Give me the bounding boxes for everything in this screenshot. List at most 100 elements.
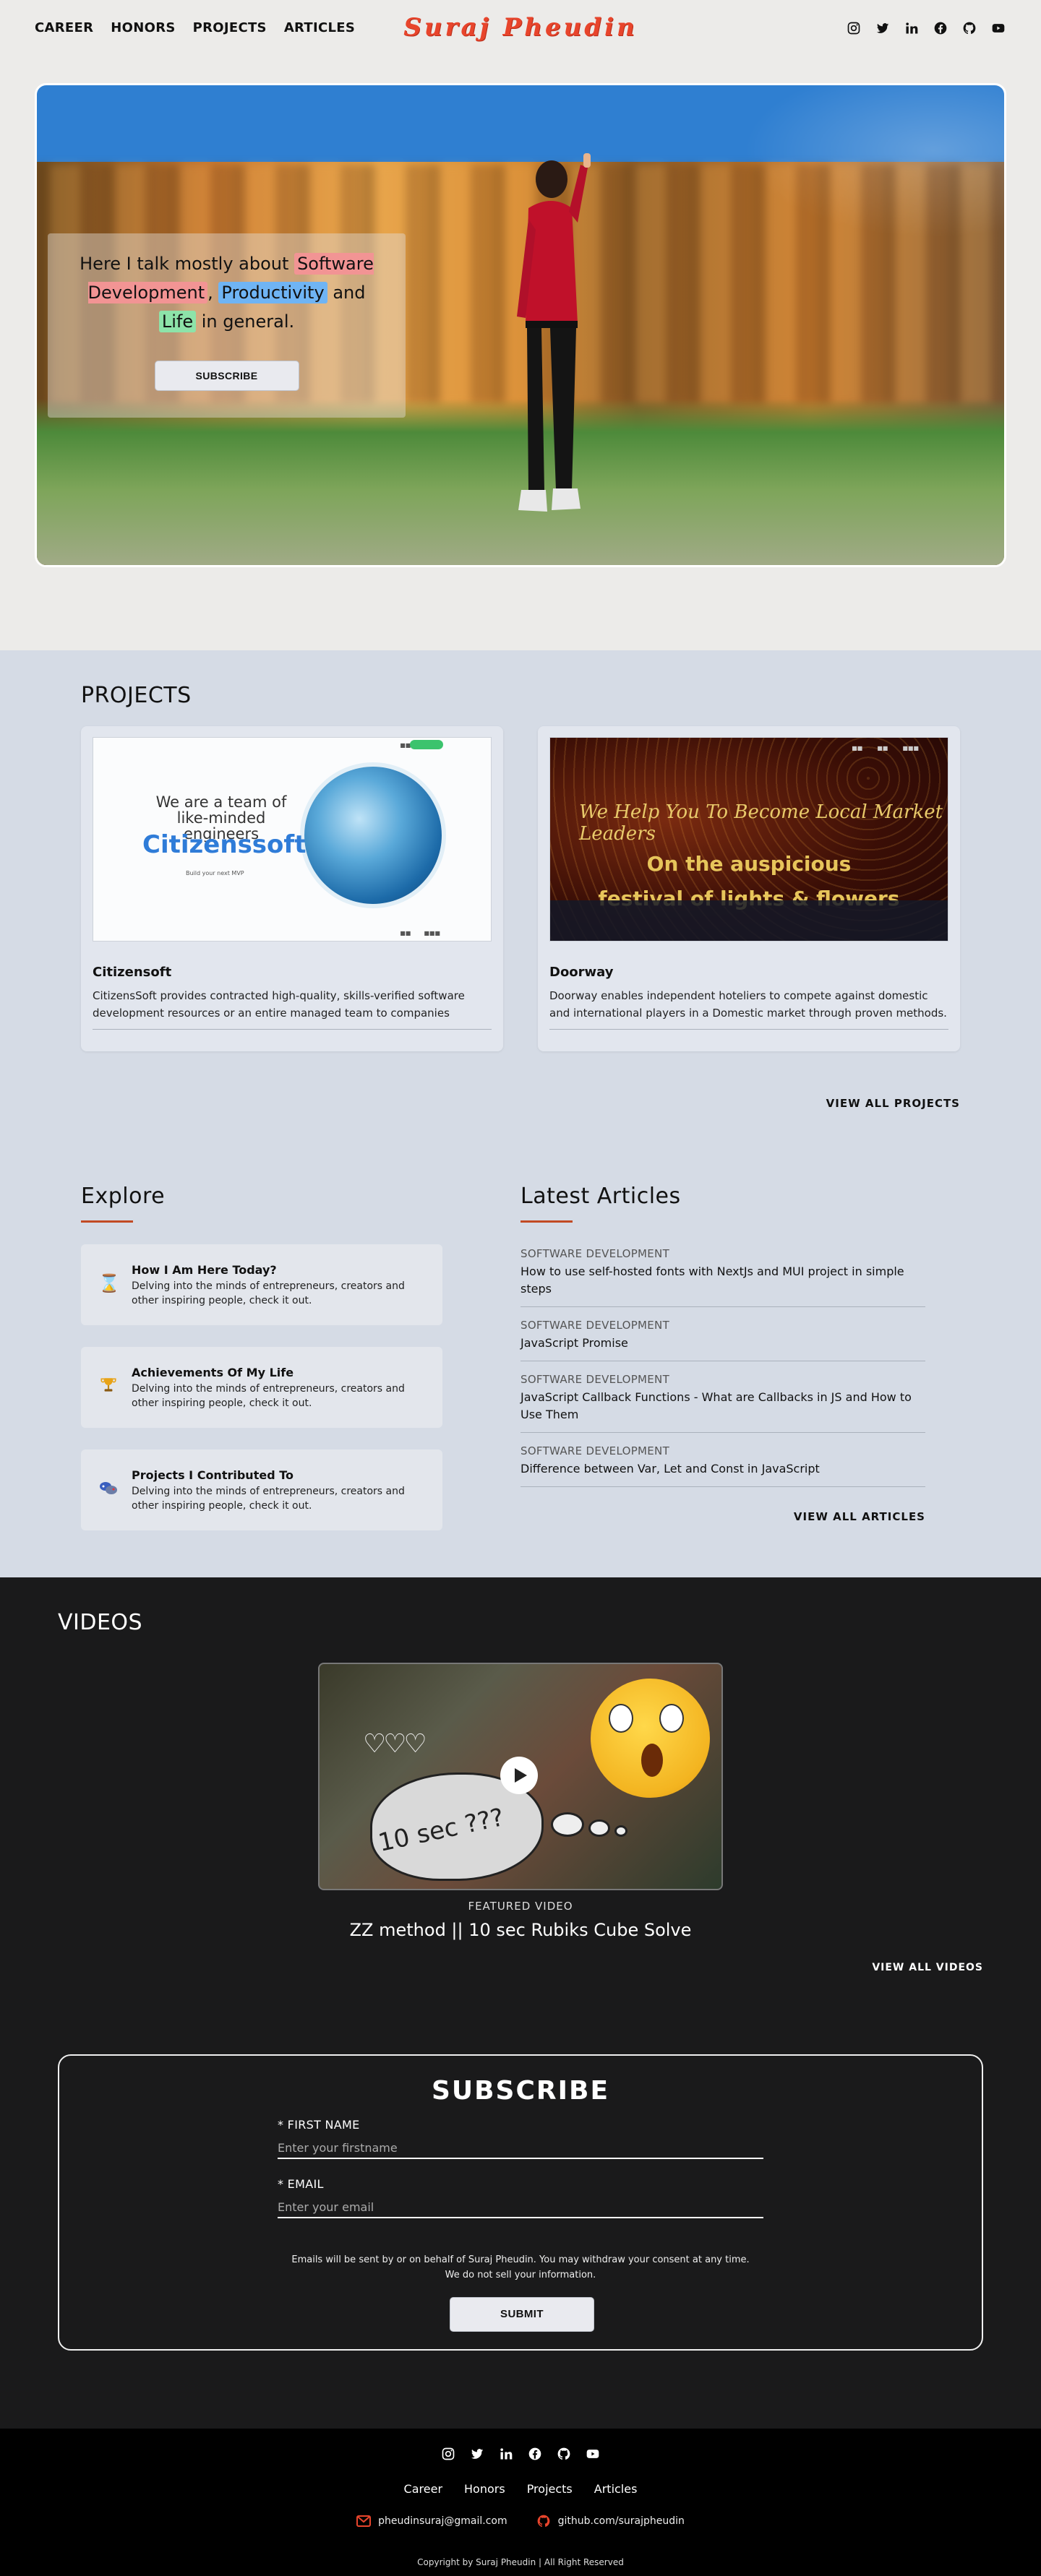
article-title[interactable]: JavaScript Promise [520, 1335, 925, 1352]
explore-card-achievements[interactable]: Achievements Of My Life Delving into the… [81, 1347, 442, 1428]
subscribe-title: SUBSCRIBE [431, 2076, 610, 2106]
hero-subscribe-button[interactable]: SUBSCRIBE [154, 361, 299, 391]
article-category: SOFTWARE DEVELOPMENT [520, 1373, 670, 1386]
article-title[interactable]: Difference between Var, Let and Const in… [520, 1460, 925, 1478]
facebook-icon[interactable] [527, 2446, 543, 2462]
doorway-preview-line-1: On the auspicious [646, 852, 852, 876]
shocked-emoji-icon [591, 1679, 710, 1798]
article-item[interactable]: SOFTWARE DEVELOPMENT How to use self-hos… [520, 1247, 925, 1307]
youtube-icon[interactable] [990, 20, 1006, 36]
view-all-projects-link[interactable]: VIEW ALL PROJECTS [826, 1097, 960, 1110]
footer-github-link[interactable]: github.com/surajpheudin [536, 2514, 685, 2528]
footer-link-career[interactable]: Career [404, 2482, 442, 2496]
article-category: SOFTWARE DEVELOPMENT [520, 1319, 670, 1332]
projects-grid: ■■■■■ We are a team of like-minded engin… [81, 726, 960, 1051]
hero-person-illustration [517, 153, 591, 512]
explore-card-description: Delving into the minds of entrepreneurs,… [132, 1280, 405, 1306]
consent-note-line-2: We do not sell your information. [445, 2270, 596, 2280]
project-card-doorway[interactable]: ■■ ■■ ■■■ We Help You To Become Local Mark… [538, 726, 960, 1051]
explore-card-projects[interactable]: Projects I Contributed To Delving into t… [81, 1449, 442, 1530]
project-image-doorway[interactable]: ■■ ■■ ■■■ We Help You To Become Local Mark… [549, 737, 948, 942]
hero-text-general: in general. [201, 311, 295, 332]
project-divider [93, 1029, 492, 1030]
article-title[interactable]: How to use self-hosted fonts with NextJs… [520, 1263, 925, 1298]
explore-column: Explore ⌛ How I Am Here Today? Delving i… [81, 1184, 442, 1530]
project-description: CitizensSoft provides contracted high-qu… [93, 989, 465, 1020]
footer-email-link[interactable]: pheudinsuraj@gmail.com [356, 2514, 507, 2528]
project-card-citizensoft[interactable]: ■■■■■ We are a team of like-minded engin… [81, 726, 503, 1051]
explore-card-description: Delving into the minds of entrepreneurs,… [132, 1383, 405, 1409]
footer-contact: pheudinsuraj@gmail.com github.com/surajp… [0, 2514, 1041, 2528]
first-name-input[interactable] [278, 2137, 763, 2159]
email-input[interactable] [278, 2197, 763, 2218]
project-title[interactable]: Doorway [549, 965, 948, 980]
github-icon[interactable] [556, 2446, 572, 2462]
highlight-life: Life [158, 311, 197, 332]
emoji-eye-left [609, 1704, 633, 1733]
github-icon[interactable] [961, 20, 977, 36]
trophy-icon [98, 1376, 119, 1396]
doorway-preview: ■■ ■■ ■■■ We Help You To Become Local Mark… [550, 738, 948, 941]
project-divider [549, 1029, 948, 1030]
first-name-label: * FIRST NAME [278, 2118, 360, 2132]
doorway-preview-heading: We Help You To Become Local Market Leade… [579, 801, 943, 845]
articles-title-underline [520, 1220, 573, 1223]
footer: Career Honors Projects Articles pheudins… [0, 2429, 1041, 2576]
instagram-icon[interactable] [440, 2446, 456, 2462]
twitter-icon[interactable] [469, 2446, 485, 2462]
emoji-eye-right [659, 1704, 684, 1733]
view-all-articles-link[interactable]: VIEW ALL ARTICLES [794, 1510, 925, 1523]
explore-card-title: Projects I Contributed To [132, 1468, 294, 1482]
explore-card-how-i-am-here[interactable]: ⌛ How I Am Here Today? Delving into the … [81, 1244, 442, 1325]
projects-title: PROJECTS [81, 683, 192, 708]
project-description: Doorway enables independent hoteliers to… [549, 989, 947, 1020]
youtube-icon[interactable] [585, 2446, 601, 2462]
footer-link-articles[interactable]: Articles [594, 2482, 638, 2496]
subscribe-section: SUBSCRIBE * FIRST NAME * EMAIL Emails wi… [0, 2054, 1041, 2429]
consent-note-line-1: Emails will be sent by or on behalf of S… [291, 2254, 750, 2265]
explore-card-title: Achievements Of My Life [132, 1366, 294, 1379]
facebook-icon[interactable] [933, 20, 948, 36]
article-category: SOFTWARE DEVELOPMENT [520, 1247, 670, 1260]
hero-text-intro: Here I talk mostly about [80, 254, 289, 274]
article-item[interactable]: SOFTWARE DEVELOPMENT Difference between … [520, 1433, 925, 1487]
play-icon[interactable] [500, 1757, 538, 1794]
emoji-mouth [641, 1744, 663, 1777]
featured-video-thumbnail[interactable]: ♡♡♡ 10 sec ??? [318, 1663, 723, 1890]
gamepad-icon [98, 1478, 119, 1499]
hero-text-and: and [333, 283, 366, 303]
article-title[interactable]: JavaScript Callback Functions - What are… [520, 1389, 925, 1423]
speech-bubbles [551, 1812, 632, 1840]
featured-video-title[interactable]: ZZ method || 10 sec Rubiks Cube Solve [0, 1920, 1041, 1940]
doorway-preview-band [550, 900, 948, 941]
instagram-icon[interactable] [846, 20, 862, 36]
videos-section: VIDEOS ♡♡♡ 10 sec ??? FEATURED VIDEO ZZ … [0, 1577, 1041, 2054]
email-field-group: * EMAIL [278, 2177, 763, 2218]
footer-nav-links: Career Honors Projects Articles [0, 2482, 1041, 2496]
view-all-videos-link[interactable]: VIEW ALL VIDEOS [872, 1962, 983, 1973]
articles-list: SOFTWARE DEVELOPMENT How to use self-hos… [520, 1247, 925, 1487]
citizensoft-preview: ■■■■■ We are a team of like-minded engin… [93, 738, 491, 941]
linkedin-icon[interactable] [498, 2446, 514, 2462]
linkedin-icon[interactable] [904, 20, 920, 36]
top-nav: CAREER HONORS PROJECTS ARTICLES Suraj Ph… [0, 0, 1041, 58]
globe-illustration [304, 767, 442, 904]
article-item[interactable]: SOFTWARE DEVELOPMENT JavaScript Promise [520, 1307, 925, 1361]
twitter-icon[interactable] [875, 20, 891, 36]
explore-title-underline [81, 1220, 133, 1223]
explore-card-description: Delving into the minds of entrepreneurs,… [132, 1486, 405, 1512]
article-item[interactable]: SOFTWARE DEVELOPMENT JavaScript Callback… [520, 1361, 925, 1433]
submit-button[interactable]: SUBMIT [450, 2297, 594, 2332]
hero-tagline: Here I talk mostly about Software Develo… [48, 249, 406, 336]
citizensoft-preview-pill [410, 740, 443, 749]
article-category: SOFTWARE DEVELOPMENT [520, 1444, 670, 1457]
footer-link-projects[interactable]: Projects [527, 2482, 573, 2496]
project-image-citizensoft[interactable]: ■■■■■ We are a team of like-minded engin… [93, 737, 492, 942]
footer-link-honors[interactable]: Honors [464, 2482, 505, 2496]
citizensoft-preview-brand: Citizenssoft [142, 830, 307, 859]
hero-section: Here I talk mostly about Software Develo… [0, 58, 1041, 650]
highlight-productivity: Productivity [218, 282, 327, 303]
projects-section: PROJECTS ■■■■■ We are a team of like-min… [0, 650, 1041, 1149]
footer-copyright: Copyright by Suraj Pheudin | All Right R… [417, 2557, 624, 2567]
project-title[interactable]: Citizensoft [93, 965, 492, 980]
